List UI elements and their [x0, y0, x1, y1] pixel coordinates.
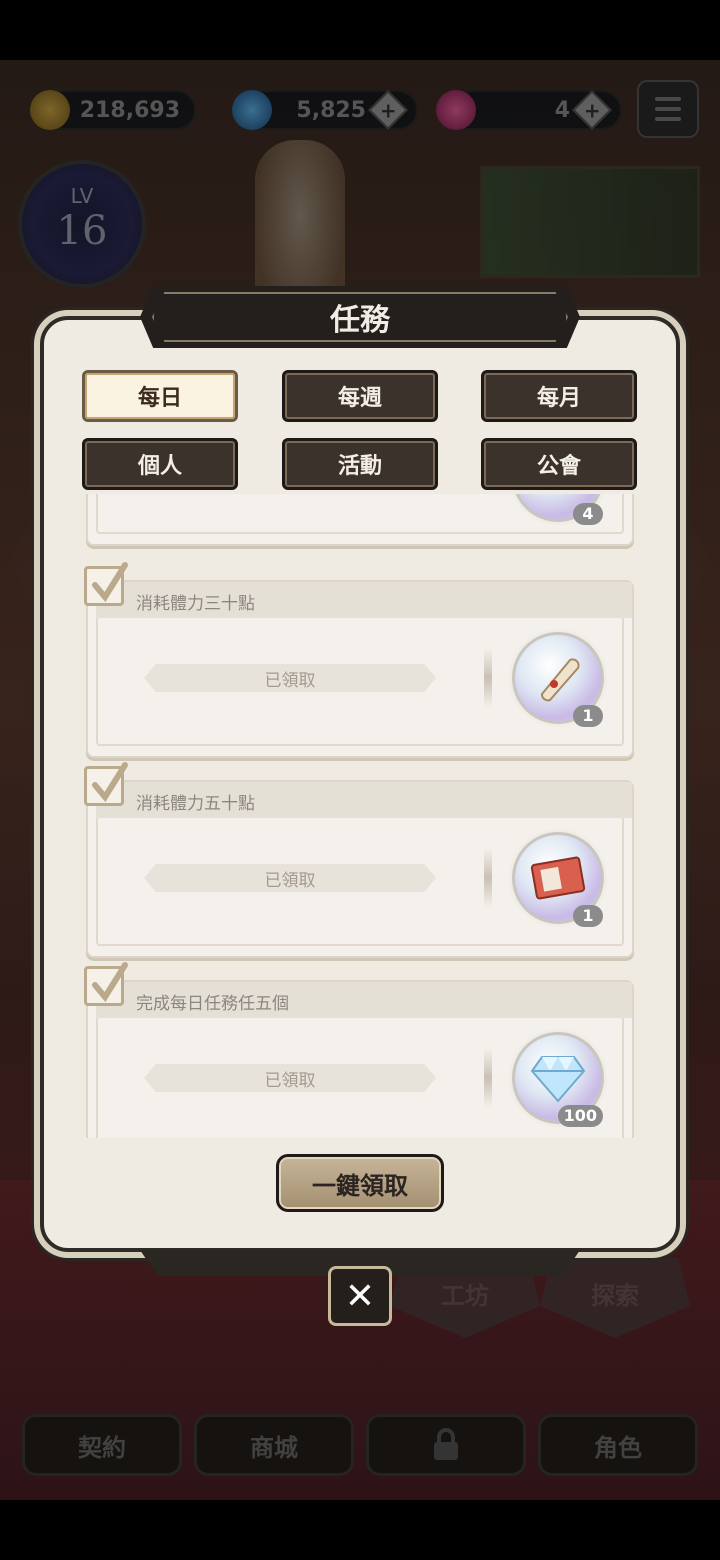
tab-monthly[interactable]: 每月: [481, 370, 637, 422]
close-button[interactable]: ✕: [328, 1266, 392, 1326]
quest-checkbox: [84, 762, 128, 806]
modal-title: 任務: [330, 303, 390, 338]
reward-badge[interactable]: 1: [512, 632, 604, 727]
quest-list[interactable]: 4 消耗體力三十點 已領取 1 消耗體力五十點 已領取 1 完成每日任務任五個 …: [82, 494, 638, 1138]
close-icon: ✕: [344, 1275, 376, 1317]
divider-ornament: [484, 848, 492, 908]
quest-card: 消耗體力三十點 已領取 1: [84, 562, 634, 758]
reward-badge[interactable]: 100: [512, 1032, 604, 1127]
modal-title-plate: 任務: [140, 286, 580, 348]
claimed-status: 已領取: [144, 1064, 436, 1092]
tab-personal[interactable]: 個人: [82, 438, 238, 490]
claimed-status: 已領取: [144, 864, 436, 892]
quest-title: 消耗體力五十點: [136, 794, 255, 814]
claimed-status: 已領取: [144, 664, 436, 692]
quest-checkbox: [84, 562, 128, 606]
reward-count: 1: [573, 705, 603, 727]
checkmark-icon: [92, 562, 128, 603]
claim-all-button[interactable]: 一鍵領取: [276, 1154, 444, 1212]
quest-title: 消耗體力三十點: [136, 594, 255, 614]
divider-ornament: [484, 648, 492, 708]
tab-event[interactable]: 活動: [282, 438, 438, 490]
quest-card: 4: [86, 494, 634, 546]
tab-daily[interactable]: 每日: [82, 370, 238, 422]
tab-guild[interactable]: 公會: [481, 438, 637, 490]
checkmark-icon: [92, 962, 128, 1003]
reward-count: 100: [557, 1105, 603, 1127]
quest-title: 完成每日任務任五個: [136, 994, 289, 1014]
diamond-icon: [530, 1056, 586, 1103]
tab-weekly[interactable]: 每週: [282, 370, 438, 422]
quest-checkbox: [84, 962, 128, 1006]
reward-count: 1: [573, 905, 603, 927]
scroll-icon: [541, 658, 580, 702]
ticket-icon: [530, 856, 586, 900]
quest-card: 完成每日任務任五個 已領取 100: [84, 962, 634, 1138]
reward-badge[interactable]: 1: [512, 832, 604, 927]
reward-count: 4: [573, 503, 603, 525]
quest-card: 消耗體力五十點 已領取 1: [84, 762, 634, 958]
divider-ornament: [484, 1048, 492, 1108]
checkmark-icon: [92, 762, 128, 803]
